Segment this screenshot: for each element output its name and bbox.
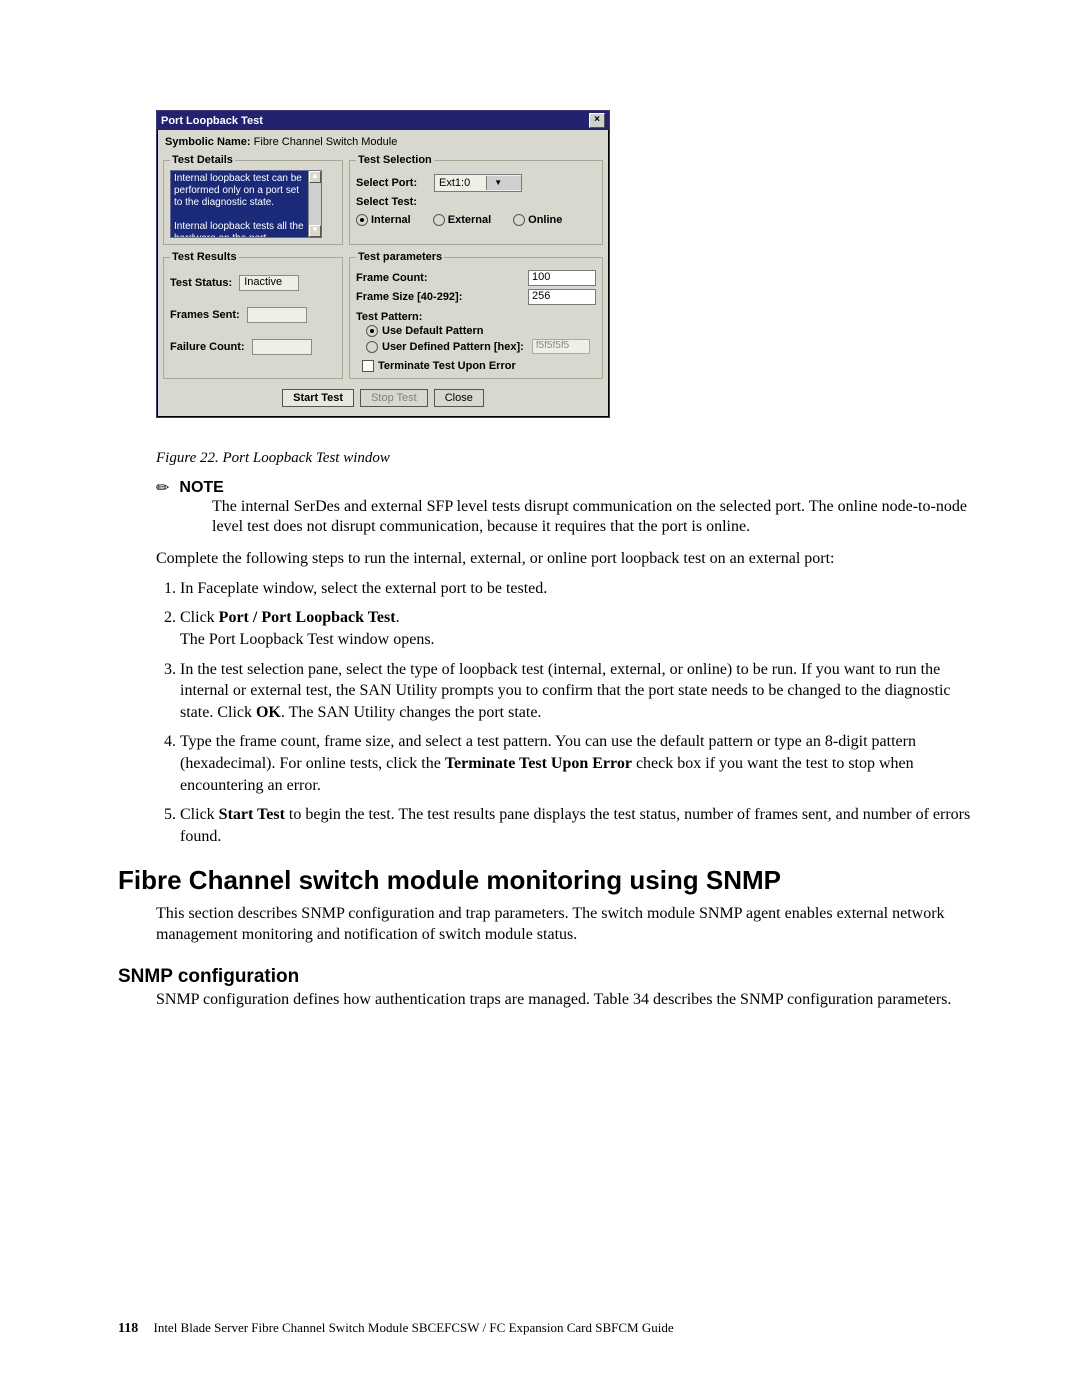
group-test-selection: Test Selection Select Port: Ext1:0 ▼ Sel… [349, 154, 603, 245]
legend-test-results: Test Results [170, 251, 239, 263]
close-button[interactable]: Close [434, 389, 484, 407]
legend-test-selection: Test Selection [356, 154, 434, 166]
frame-size-label: Frame Size [40-292]: [356, 291, 462, 303]
radio-dot-on-icon [356, 214, 368, 226]
legend-test-details: Test Details [170, 154, 235, 166]
test-pattern-label: Test Pattern: [356, 311, 596, 323]
radio-dot-icon [433, 214, 445, 226]
step-1: In Faceplate window, select the external… [180, 578, 980, 600]
note-body: The internal SerDes and external SFP lev… [212, 497, 980, 537]
radio-internal[interactable]: Internal [356, 214, 411, 226]
user-defined-hex-input[interactable]: f5f5f5f5 [532, 339, 590, 354]
intro-paragraph: Complete the following steps to run the … [156, 549, 980, 570]
test-type-radio-group: Internal External Online [356, 214, 596, 226]
frame-count-input[interactable]: 100 [528, 270, 596, 286]
terminate-on-error-checkbox[interactable]: Terminate Test Upon Error [362, 360, 596, 372]
subsection-paragraph: SNMP configuration defines how authentic… [156, 990, 980, 1011]
test-status-label: Test Status: [170, 277, 232, 289]
step-2-sub: The Port Loopback Test window opens. [180, 629, 980, 651]
failure-count-value [252, 339, 312, 355]
radio-external[interactable]: External [433, 214, 491, 226]
chevron-down-icon[interactable]: ▼ [486, 176, 521, 190]
close-icon[interactable]: × [589, 113, 605, 128]
radio-online[interactable]: Online [513, 214, 562, 226]
dialog-title: Port Loopback Test [161, 115, 263, 127]
radio-dot-icon [513, 214, 525, 226]
step-3: In the test selection pane, select the t… [180, 659, 980, 724]
symbolic-value: Fibre Channel Switch Module [254, 136, 398, 148]
figure-port-loopback-dialog: Port Loopback Test × Symbolic Name: Fibr… [156, 110, 980, 418]
dialog-window: Port Loopback Test × Symbolic Name: Fibr… [156, 110, 610, 418]
group-test-details: Test Details Internal loopback test can … [163, 154, 343, 245]
note-heading: NOTE [179, 479, 223, 496]
select-port-value: Ext1:0 [435, 177, 486, 189]
step-2: Click Port / Port Loopback Test. The Por… [180, 607, 980, 650]
frames-sent-label: Frames Sent: [170, 309, 240, 321]
step-4: Type the frame count, frame size, and se… [180, 731, 980, 796]
subsection-heading: SNMP configuration [118, 966, 980, 988]
dialog-titlebar: Port Loopback Test × [157, 111, 609, 130]
radio-user-defined[interactable]: User Defined Pattern [hex]: f5f5f5f5 [366, 339, 596, 354]
select-test-label: Select Test: [356, 196, 426, 208]
test-status-value: Inactive [239, 275, 299, 291]
stop-test-button: Stop Test [360, 389, 428, 407]
select-port-label: Select Port: [356, 177, 426, 189]
page-number: 118 [118, 1321, 138, 1336]
symbolic-name-line: Symbolic Name: Fibre Channel Switch Modu… [163, 134, 603, 152]
details-para2: Internal loopback tests all the hardware… [174, 221, 304, 238]
details-textarea[interactable]: Internal loopback test can be performed … [170, 170, 322, 238]
frame-count-label: Frame Count: [356, 272, 428, 284]
radio-use-default[interactable]: Use Default Pattern [366, 325, 596, 337]
page-footer: 118 Intel Blade Server Fibre Channel Swi… [118, 1320, 674, 1337]
scrollbar[interactable]: ▲ ▼ [308, 171, 321, 237]
legend-test-parameters: Test parameters [356, 251, 444, 263]
frames-sent-value [247, 307, 307, 323]
section-heading: Fibre Channel switch module monitoring u… [118, 865, 980, 896]
scroll-down-icon[interactable]: ▼ [309, 225, 321, 237]
details-para1: Internal loopback test can be performed … [174, 173, 302, 208]
scroll-up-icon[interactable]: ▲ [309, 171, 321, 183]
select-port-combo[interactable]: Ext1:0 ▼ [434, 174, 522, 192]
section-paragraph: This section describes SNMP configuratio… [156, 904, 980, 946]
failure-count-label: Failure Count: [170, 341, 245, 353]
steps-list: In Faceplate window, select the external… [156, 578, 980, 848]
radio-dot-icon [366, 341, 378, 353]
radio-dot-on-icon [366, 325, 378, 337]
group-test-results: Test Results Test Status: Inactive Frame… [163, 251, 343, 379]
step-5: Click Start Test to begin the test. The … [180, 804, 980, 847]
checkbox-icon [362, 360, 374, 372]
symbolic-label: Symbolic Name: [165, 136, 251, 148]
figure-caption: Figure 22. Port Loopback Test window [156, 450, 980, 467]
start-test-button[interactable]: Start Test [282, 389, 354, 407]
group-test-parameters: Test parameters Frame Count: 100 Frame S… [349, 251, 603, 379]
note-icon: ✏ [156, 478, 169, 498]
dialog-button-row: Start Test Stop Test Close [163, 383, 603, 411]
frame-size-input[interactable]: 256 [528, 289, 596, 305]
footer-text: Intel Blade Server Fibre Channel Switch … [153, 1320, 673, 1335]
